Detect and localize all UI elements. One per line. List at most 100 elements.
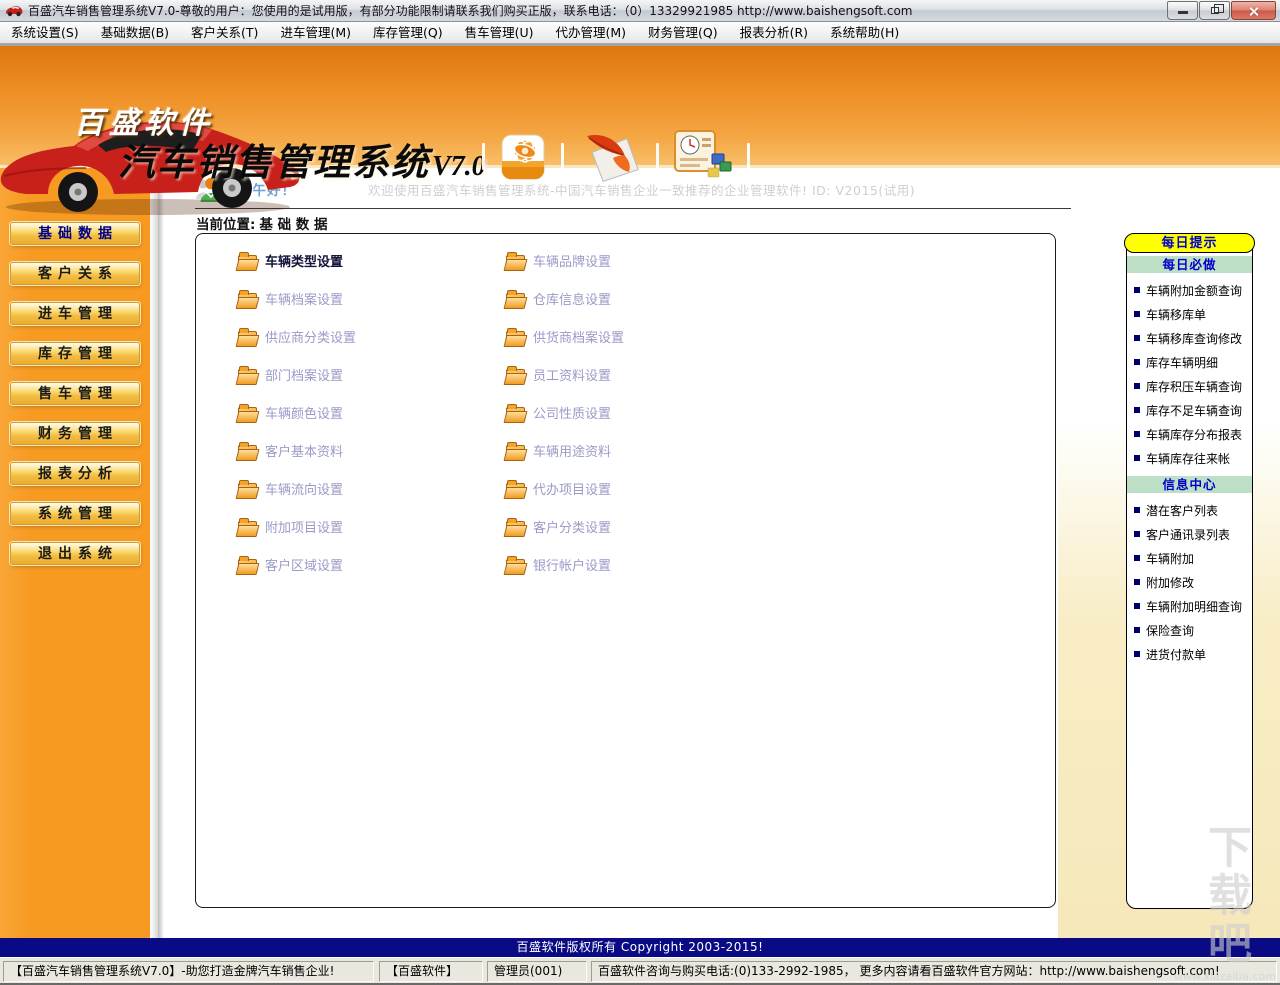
- separator: [656, 142, 659, 170]
- tips-title: 每日提示: [1124, 233, 1255, 253]
- link-employee-info-settings[interactable]: 员工资料设置: [506, 365, 611, 384]
- tip-item-inventory-vehicle-detail[interactable]: 库存车辆明细: [1127, 350, 1252, 374]
- link-customer-category-settings[interactable]: 客户分类设置: [506, 517, 611, 536]
- link-addon-item-settings[interactable]: 附加项目设置: [238, 517, 343, 536]
- tips-daily-header: 每日必做: [1127, 256, 1252, 273]
- menu-item-customer-relations[interactable]: 客户关系(T): [180, 23, 269, 43]
- link-company-type-settings[interactable]: 公司性质设置: [506, 403, 611, 422]
- link-supplier-category-settings[interactable]: 供应商分类设置: [238, 327, 356, 346]
- product-logo-text: 汽车销售管理系统 V7.0: [118, 141, 486, 184]
- link-supplier-archive-settings[interactable]: 供货商档案设置: [506, 327, 624, 346]
- link-vehicle-brand-settings[interactable]: 车辆品牌设置: [506, 251, 611, 270]
- menu-item-report-analysis[interactable]: 报表分析(R): [729, 23, 819, 43]
- folder-icon: [238, 441, 257, 459]
- tip-item-vehicle-addon-amount-query[interactable]: 车辆附加金额查询: [1127, 278, 1252, 302]
- separator: [482, 142, 485, 170]
- menu-item-inventory-mgmt[interactable]: 库存管理(Q): [362, 23, 454, 43]
- bullet-icon: [1134, 311, 1140, 317]
- folder-icon: [238, 365, 257, 383]
- bullet-icon: [1134, 431, 1140, 437]
- bullet-icon: [1134, 359, 1140, 365]
- tip-item-potential-customer-list[interactable]: 潜在客户列表: [1127, 498, 1252, 522]
- tip-item-vehicle-transfer-order[interactable]: 车辆移库单: [1127, 302, 1252, 326]
- menu-item-agency-mgmt[interactable]: 代办管理(M): [544, 23, 637, 43]
- tip-item-understock-vehicle-query[interactable]: 库存不足车辆查询: [1127, 398, 1252, 422]
- feather-icon[interactable]: [579, 130, 641, 182]
- folder-icon: [506, 365, 525, 383]
- sidebar-item-vehicle-purchase[interactable]: 进车管理: [10, 302, 140, 325]
- bullet-icon: [1134, 603, 1140, 609]
- folder-icon: [238, 555, 257, 573]
- sidebar-item-system-mgmt[interactable]: 系统管理: [10, 502, 140, 525]
- folder-icon: [238, 479, 257, 497]
- link-warehouse-info-settings[interactable]: 仓库信息设置: [506, 289, 611, 308]
- sidebar-item-finance-mgmt[interactable]: 财务管理: [10, 422, 140, 445]
- folder-icon: [238, 517, 257, 535]
- copyright-bar: 百盛软件版权所有 Copyright 2003-2015!: [0, 938, 1280, 957]
- sidebar-divider: [150, 168, 164, 938]
- menu-item-vehicle-sales[interactable]: 售车管理(U): [454, 23, 545, 43]
- sidebar-item-customer-relations[interactable]: 客户关系: [10, 262, 140, 285]
- bullet-icon: [1134, 555, 1140, 561]
- restore-button[interactable]: [1199, 1, 1230, 20]
- tip-item-vehicle-addon-detail-query[interactable]: 车辆附加明细查询: [1127, 594, 1252, 618]
- version-label: V7.0: [432, 151, 486, 182]
- link-vehicle-color-settings[interactable]: 车辆颜色设置: [238, 403, 343, 422]
- link-vehicle-type-settings[interactable]: 车辆类型设置: [238, 251, 343, 270]
- tip-item-purchase-payment-order[interactable]: 进货付款单: [1127, 642, 1252, 666]
- minimize-icon: [1178, 11, 1188, 14]
- folder-icon: [238, 289, 257, 307]
- sidebar-item-inventory-mgmt[interactable]: 库存管理: [10, 342, 140, 365]
- sidebar-item-exit-system[interactable]: 退出系统: [10, 542, 140, 565]
- window-title: 百盛汽车销售管理系统V7.0-尊敬的用户：您使用的是试用版，有部分功能限制请联系…: [28, 4, 913, 18]
- menu-item-help[interactable]: 系统帮助(H): [819, 23, 910, 43]
- link-department-archive-settings[interactable]: 部门档案设置: [238, 365, 343, 384]
- folder-icon: [506, 327, 525, 345]
- bullet-icon: [1134, 407, 1140, 413]
- sidebar-item-basic-data[interactable]: 基础数据: [10, 222, 140, 245]
- schedule-icon[interactable]: [674, 130, 732, 182]
- menu-item-vehicle-purchase[interactable]: 进车管理(M): [269, 23, 362, 43]
- status-contact: 百盛软件咨询与购买电话:(0)133-2992-1985， 更多内容请看百盛软件…: [591, 961, 1277, 982]
- tip-item-customer-contacts-list[interactable]: 客户通讯录列表: [1127, 522, 1252, 546]
- sidebar-item-vehicle-sales[interactable]: 售车管理: [10, 382, 140, 405]
- tip-item-vehicle-addon[interactable]: 车辆附加: [1127, 546, 1252, 570]
- content-panel: 车辆类型设置 车辆档案设置 供应商分类设置 部门档案设置 车辆颜色设置 客户基本…: [195, 233, 1056, 908]
- tip-item-overstock-vehicle-query[interactable]: 库存积压车辆查询: [1127, 374, 1252, 398]
- link-vehicle-archive-settings[interactable]: 车辆档案设置: [238, 289, 343, 308]
- tip-item-inventory-distribution-report[interactable]: 车辆库存分布报表: [1127, 422, 1252, 446]
- daily-tips-panel: 每日提示 每日必做 车辆附加金额查询 车辆移库单 车辆移库查询修改 库存车辆明细…: [1124, 233, 1255, 909]
- status-app-info: 【百盛汽车销售管理系统V7.0】-助您打造金牌汽车销售企业!: [3, 961, 374, 982]
- breadcrumb-label: 当前位置:: [196, 217, 256, 233]
- bullet-icon: [1134, 287, 1140, 293]
- tip-item-addon-edit[interactable]: 附加修改: [1127, 570, 1252, 594]
- flower-icon[interactable]: [500, 131, 546, 181]
- restore-icon: [1211, 4, 1224, 14]
- menu-item-finance-mgmt[interactable]: 财务管理(Q): [637, 23, 729, 43]
- link-bank-account-settings[interactable]: 银行帐户设置: [506, 555, 611, 574]
- link-customer-basic-info[interactable]: 客户基本资料: [238, 441, 343, 460]
- menu-item-basic-data[interactable]: 基础数据(B): [90, 23, 180, 43]
- folder-icon: [238, 403, 257, 421]
- bullet-icon: [1134, 335, 1140, 341]
- left-sidebar: 基础数据 客户关系 进车管理 库存管理 售车管理 财务管理 报表分析 系统管理 …: [0, 168, 150, 938]
- bullet-icon: [1134, 507, 1140, 513]
- folder-icon: [506, 289, 525, 307]
- bullet-icon: [1134, 579, 1140, 585]
- link-agency-item-settings[interactable]: 代办项目设置: [506, 479, 611, 498]
- close-button[interactable]: [1231, 1, 1276, 20]
- tips-info-header: 信息中心: [1127, 476, 1252, 493]
- link-vehicle-usage-info[interactable]: 车辆用途资料: [506, 441, 611, 460]
- menu-item-system-settings[interactable]: 系统设置(S): [0, 23, 90, 43]
- link-customer-region-settings[interactable]: 客户区域设置: [238, 555, 343, 574]
- link-vehicle-flow-settings[interactable]: 车辆流向设置: [238, 479, 343, 498]
- tip-item-inventory-ledger[interactable]: 车辆库存往来帐: [1127, 446, 1252, 470]
- folder-icon: [238, 327, 257, 345]
- minimize-button[interactable]: [1167, 1, 1198, 20]
- bullet-icon: [1134, 531, 1140, 537]
- tip-item-insurance-query[interactable]: 保险查询: [1127, 618, 1252, 642]
- status-brand: 【百盛软件】: [379, 961, 483, 982]
- folder-icon: [238, 251, 257, 269]
- tip-item-vehicle-transfer-query-edit[interactable]: 车辆移库查询修改: [1127, 326, 1252, 350]
- sidebar-item-report-analysis[interactable]: 报表分析: [10, 462, 140, 485]
